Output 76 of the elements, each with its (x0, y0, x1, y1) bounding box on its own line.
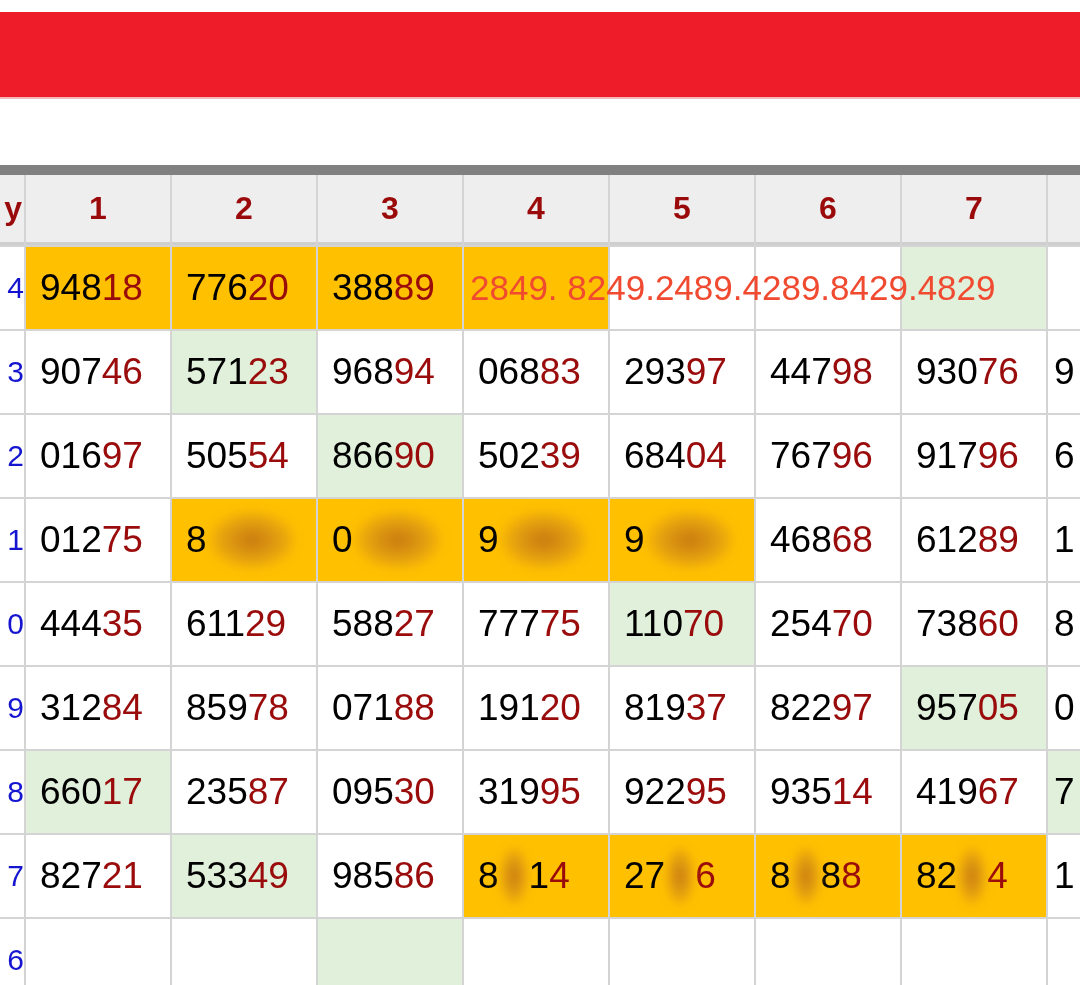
table-cell: 82297 (756, 667, 900, 749)
table-cell: 98586 (318, 835, 462, 917)
table-cell: 01697 (26, 415, 170, 497)
table-cell: 92295 (610, 751, 754, 833)
table-cell: 68404 (610, 415, 754, 497)
table-cell: 61129 (172, 583, 316, 665)
table-cell: 0 (1048, 667, 1080, 749)
table-cell: 93514 (756, 751, 900, 833)
table-cell: 19120 (464, 667, 608, 749)
table-cell: 27 6 (610, 835, 754, 917)
column-header: y (0, 175, 24, 245)
table-cell: 82721 (26, 835, 170, 917)
table-cell: 0 (318, 499, 462, 581)
table-cell: 94818 (26, 247, 170, 329)
table-cell: 9 (610, 499, 754, 581)
table-cell: 07188 (318, 667, 462, 749)
table-cell: 61289 (902, 499, 1046, 581)
table-cell: 1 (1048, 835, 1080, 917)
table-cell: 81937 (610, 667, 754, 749)
row-label: 0 (0, 583, 24, 665)
table-cell: 8 (172, 499, 316, 581)
table-cell: 44798 (756, 331, 900, 413)
table-cell: 50239 (464, 415, 608, 497)
table-cell: 01275 (26, 499, 170, 581)
table-cell: 91796 (902, 415, 1046, 497)
table-cell: 31995 (464, 751, 608, 833)
table-cell: 76796 (756, 415, 900, 497)
table-cell: 85978 (172, 667, 316, 749)
table-cell: 73860 (902, 583, 1046, 665)
table-cell: 66017 (26, 751, 170, 833)
column-header: 6 (756, 175, 900, 245)
row-label: 6 (0, 919, 24, 985)
table-cell: 06883 (464, 331, 608, 413)
table-cell: 11070 (610, 583, 754, 665)
column-header: 5 (610, 175, 754, 245)
table-cell: 29397 (610, 331, 754, 413)
column-header: 2 (172, 175, 316, 245)
table-cell: 93076 (902, 331, 1046, 413)
table-cell: 57123 (172, 331, 316, 413)
table-cell: 50554 (172, 415, 316, 497)
row-label: 7 (0, 835, 24, 917)
column-header: 3 (318, 175, 462, 245)
row-label: 1 (0, 499, 24, 581)
table-cell: 31284 (26, 667, 170, 749)
table-cell: 8 14 (464, 835, 608, 917)
table-cell: 25470 (756, 583, 900, 665)
row-label: 3 (0, 331, 24, 413)
table-cell: 6 (1048, 415, 1080, 497)
table-cell: 9 (464, 499, 608, 581)
table-cell: 77775 (464, 583, 608, 665)
table-cell: 23587 (172, 751, 316, 833)
table-cell: 44435 (26, 583, 170, 665)
table-cell: 09530 (318, 751, 462, 833)
row-label: 8 (0, 751, 24, 833)
table-cell: 8 88 (756, 835, 900, 917)
table-cell: 1 (1048, 499, 1080, 581)
table-cell: 96894 (318, 331, 462, 413)
table-cell: 9 (1048, 331, 1080, 413)
table-cell: 86690 (318, 415, 462, 497)
table-cell: 8 (1048, 583, 1080, 665)
row-label: 9 (0, 667, 24, 749)
table-cell: 46868 (756, 499, 900, 581)
table-cell: 41967 (902, 751, 1046, 833)
table-cell: 77620 (172, 247, 316, 329)
row-label: 2 (0, 415, 24, 497)
table-cell: 53349 (172, 835, 316, 917)
row-label: 4 (0, 247, 24, 329)
table-cell: 90746 (26, 331, 170, 413)
table-cell: 38889 (318, 247, 462, 329)
column-header: 7 (902, 175, 1046, 245)
table-cell: 58827 (318, 583, 462, 665)
table-cell: 95705 (902, 667, 1046, 749)
table-cell: 82 4 (902, 835, 1046, 917)
table-cell: 7 (1048, 751, 1080, 833)
column-header: 4 (464, 175, 608, 245)
column-header: 1 (26, 175, 170, 245)
